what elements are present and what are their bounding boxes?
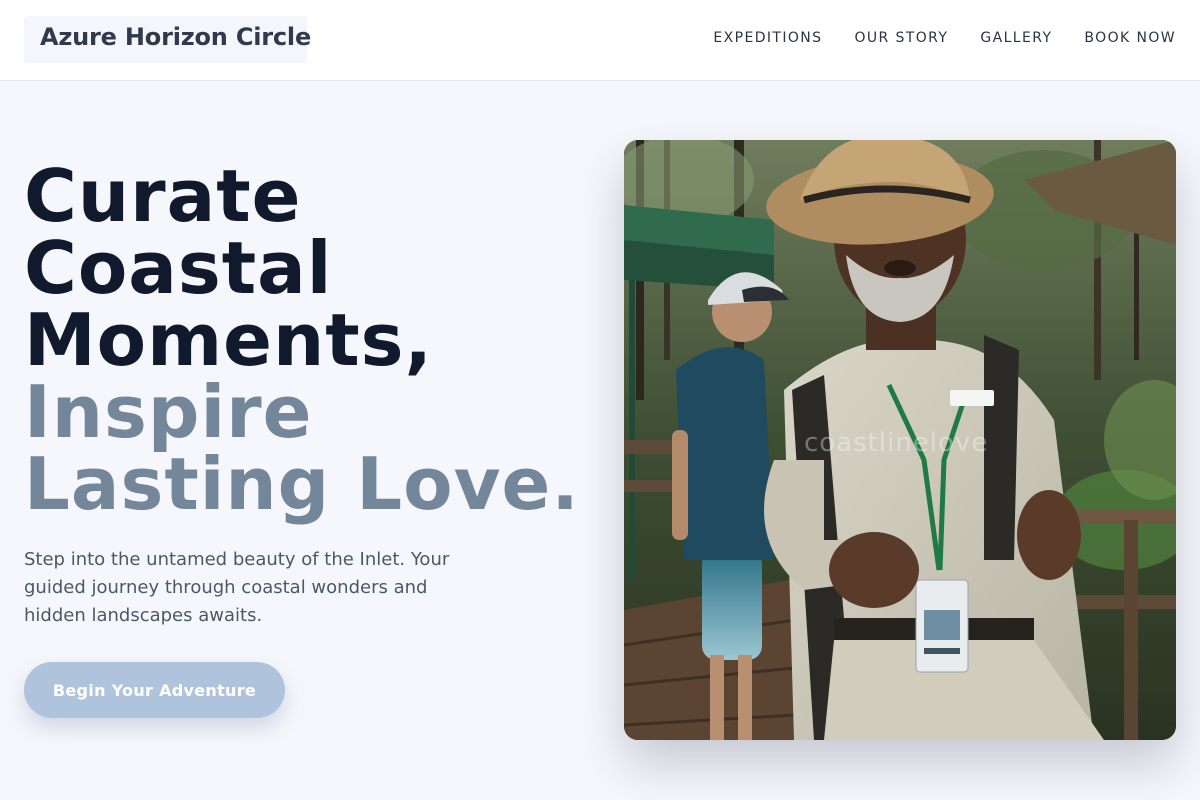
nav-link-book-now[interactable]: BOOK NOW [1084,30,1176,46]
nav-link-expeditions[interactable]: EXPEDITIONS [713,30,822,46]
hero-subtitle: Step into the untamed beauty of the Inle… [24,549,450,626]
nav-link-gallery[interactable]: GALLERY [980,30,1052,46]
hero-title-line: Lasting Love. [24,442,580,526]
photo-watermark: coastlinelove [804,428,989,458]
hero-title-line: Curate [24,154,302,238]
hero-title: Curate Coastal Moments, Inspire Lasting … [24,160,580,520]
hero-title-line: Moments, [24,298,433,382]
begin-adventure-button[interactable]: Begin Your Adventure [24,662,285,718]
logo-text[interactable]: Azure Horizon Circle [40,23,311,51]
nav-link-our-story[interactable]: OUR STORY [854,30,948,46]
site-header: Azure Horizon Circle EXPEDITIONS OUR STO… [0,0,1200,81]
hero-photo: coastlinelove [624,140,1176,740]
hero-title-line: Inspire [24,370,313,454]
hero-title-line: Coastal [24,226,333,310]
main-nav: EXPEDITIONS OUR STORY GALLERY BOOK NOW [713,30,1176,46]
